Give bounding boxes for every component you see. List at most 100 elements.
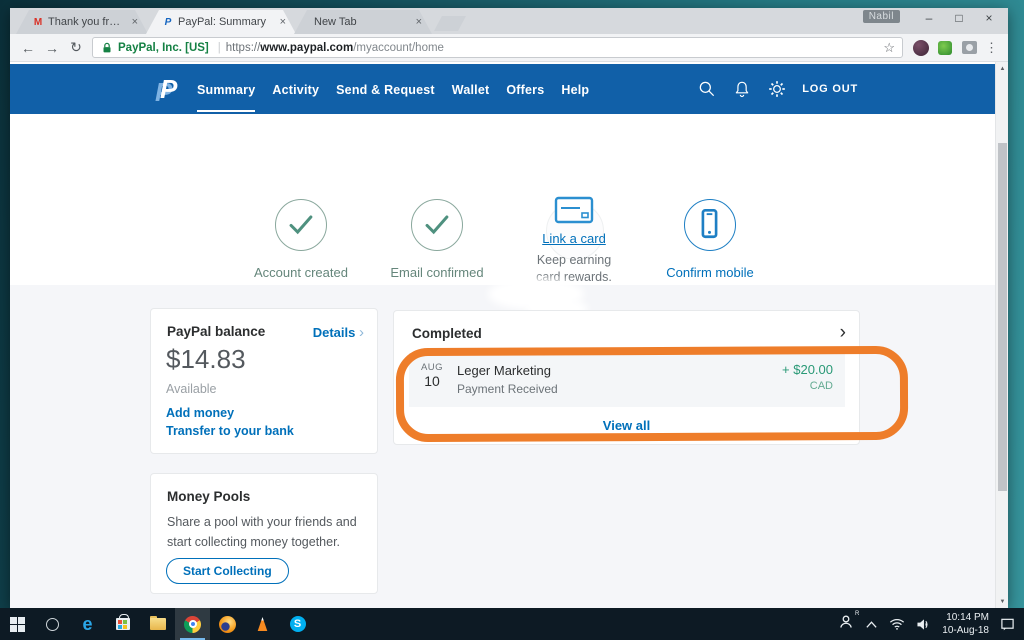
back-button[interactable]: ← — [18, 40, 38, 56]
balance-availability: Available — [166, 382, 217, 396]
scroll-down-arrow[interactable]: ▼ — [996, 595, 1008, 608]
people-badge: R — [855, 611, 859, 617]
chevron-right-icon[interactable]: › — [840, 323, 846, 342]
volume-icon[interactable] — [916, 618, 931, 631]
vlc-taskbar-button[interactable] — [245, 608, 280, 640]
cortana-button[interactable] — [35, 608, 70, 640]
check-icon — [412, 200, 461, 249]
account-created-circle — [275, 199, 327, 251]
chevron-right-icon: › — [359, 324, 364, 341]
extension-icon[interactable] — [936, 39, 954, 57]
profile-name-badge: Nabil — [863, 10, 900, 23]
money-pools-card: Money Pools Share a pool with your frien… — [150, 473, 378, 594]
bookmark-star-icon[interactable]: ☆ — [883, 40, 895, 56]
email-confirmed-circle — [411, 199, 463, 251]
notifications-bell-icon[interactable] — [732, 79, 752, 99]
tab-newtab[interactable]: New Tab × — [294, 10, 432, 34]
maximize-button[interactable]: □ — [944, 8, 974, 28]
tray-expand-caret-icon[interactable] — [865, 620, 878, 629]
scrollbar-thumb[interactable] — [998, 143, 1007, 491]
microsoft-store-icon — [116, 618, 130, 630]
store-taskbar-button[interactable] — [105, 608, 140, 640]
nav-offers[interactable]: Offers — [506, 66, 544, 112]
orange-highlight-annotation — [396, 346, 908, 442]
forward-button[interactable]: → — [42, 40, 62, 56]
minimize-button[interactable]: – — [914, 8, 944, 28]
nav-wallet[interactable]: Wallet — [452, 66, 490, 112]
add-money-link[interactable]: Add money — [166, 406, 234, 420]
firefox-icon — [219, 616, 236, 633]
wifi-icon[interactable] — [889, 618, 905, 630]
windows-logo-icon — [10, 617, 25, 632]
credit-card-icon[interactable] — [554, 196, 594, 224]
completed-header: Completed — [412, 326, 482, 341]
nav-summary[interactable]: Summary — [197, 66, 255, 112]
cortana-icon — [46, 618, 59, 631]
url-domain: www.paypal.com — [260, 42, 353, 54]
nav-activity[interactable]: Activity — [272, 66, 319, 112]
edge-taskbar-button[interactable]: e — [70, 608, 105, 640]
tab-close-icon[interactable]: × — [278, 16, 288, 28]
skype-taskbar-button[interactable]: S — [280, 608, 315, 640]
tab-paypal[interactable]: P PayPal: Summary × — [146, 10, 296, 34]
paypal-logo[interactable]: P P — [155, 74, 183, 104]
people-icon — [838, 614, 854, 629]
scroll-up-arrow[interactable]: ▲ — [996, 62, 1008, 75]
balance-card-title: PayPal balance — [167, 324, 265, 339]
page-scrollbar[interactable]: ▲ ▼ — [995, 62, 1008, 608]
tray-clock[interactable]: 10:14 PM 10-Aug-18 — [942, 611, 989, 637]
vlc-icon — [255, 617, 270, 631]
mobile-phone-icon — [685, 200, 734, 249]
nav-help[interactable]: Help — [561, 66, 589, 112]
security-badge[interactable]: PayPal, Inc. [US] — [118, 42, 209, 54]
url-divider: | — [218, 42, 221, 54]
nav-send-request[interactable]: Send & Request — [336, 66, 435, 112]
logout-button[interactable]: LOG OUT — [802, 83, 858, 95]
gmail-icon: M — [32, 16, 44, 28]
desktop: M Thank you from LegerWe × P PayPal: Sum… — [0, 0, 1024, 640]
tab-close-icon[interactable]: × — [414, 16, 424, 28]
email-confirmed-label: Email confirmed — [357, 265, 517, 280]
tab-gmail[interactable]: M Thank you from LegerWe × — [16, 10, 148, 34]
close-button[interactable]: × — [974, 8, 1004, 28]
screenshot-extension-icon[interactable] — [960, 39, 978, 57]
search-icon[interactable] — [697, 79, 717, 99]
camera-glyph — [962, 41, 977, 54]
page-content: P P Summary Activity Send & Request Wall… — [10, 62, 1008, 608]
chrome-menu-icon[interactable]: ⋮ — [985, 40, 998, 56]
confirm-mobile-circle — [684, 199, 736, 251]
paypal-navbar: P P Summary Activity Send & Request Wall… — [10, 64, 995, 114]
transfer-to-bank-link[interactable]: Transfer to your bank — [166, 424, 294, 438]
balance-amount: $14.83 — [166, 344, 246, 375]
start-button[interactable] — [0, 608, 35, 640]
system-tray: R 10:14 PM 10-Aug-18 — [838, 611, 1024, 637]
action-center-icon[interactable] — [1000, 617, 1015, 631]
address-bar[interactable]: PayPal, Inc. [US] | https://www.paypal.c… — [92, 37, 903, 58]
file-explorer-button[interactable] — [140, 608, 175, 640]
reload-button[interactable]: ↻ — [66, 39, 86, 56]
settings-gear-icon[interactable] — [767, 79, 787, 99]
browser-window: M Thank you from LegerWe × P PayPal: Sum… — [10, 8, 1008, 608]
chrome-taskbar-button[interactable] — [175, 608, 210, 640]
window-controls: – □ × — [914, 8, 1004, 28]
profile-avatar[interactable] — [912, 39, 930, 57]
money-pools-title: Money Pools — [167, 489, 250, 504]
paypal-balance-card: PayPal balance Details › $14.83 Availabl… — [150, 308, 378, 454]
paypal-nav-right: LOG OUT — [697, 64, 858, 114]
tray-date: 10-Aug-18 — [942, 624, 989, 637]
money-pools-description: Share a pool with your friends and start… — [167, 512, 365, 552]
new-tab-button[interactable] — [434, 16, 466, 31]
paypal-favicon: P — [162, 16, 174, 28]
lock-icon — [100, 41, 114, 55]
confirm-mobile-label[interactable]: Confirm mobile — [630, 265, 790, 280]
tab-title: New Tab — [314, 16, 410, 28]
details-link[interactable]: Details › — [313, 324, 364, 341]
people-tray-button[interactable]: R — [838, 614, 854, 634]
start-collecting-button[interactable]: Start Collecting — [166, 558, 289, 584]
details-label: Details — [313, 325, 356, 340]
tab-close-icon[interactable]: × — [130, 16, 140, 28]
tray-time: 10:14 PM — [942, 611, 989, 624]
firefox-taskbar-button[interactable] — [210, 608, 245, 640]
url-scheme: https:// — [226, 42, 261, 54]
link-a-card-link[interactable]: Link a card — [494, 231, 654, 246]
